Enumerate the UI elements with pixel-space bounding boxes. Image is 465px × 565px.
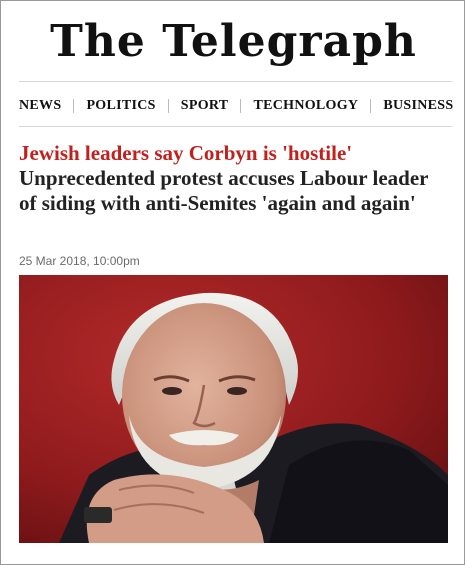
nav-item-news[interactable]: NEWS <box>19 98 61 114</box>
article-card: The Telegraph NEWS POLITICS SPORT TECHNO… <box>0 0 465 565</box>
headline-kicker: Jewish leaders say Corbyn is 'hostile' <box>19 141 353 165</box>
section-nav: NEWS POLITICS SPORT TECHNOLOGY BUSINESS <box>19 95 456 117</box>
nav-item-politics[interactable]: POLITICS <box>86 98 155 114</box>
divider <box>19 126 452 127</box>
nav-separator <box>370 99 372 113</box>
masthead: The Telegraph <box>1 7 464 77</box>
article-photo[interactable] <box>19 275 448 543</box>
headline-text: Unprecedented protest accuses Labour lea… <box>19 166 429 215</box>
nav-item-business[interactable]: BUSINESS <box>383 98 453 114</box>
nav-item-technology[interactable]: TECHNOLOGY <box>253 98 358 114</box>
article-headline[interactable]: Jewish leaders say Corbyn is 'hostile' U… <box>19 141 448 216</box>
portrait-image <box>19 275 448 543</box>
divider <box>19 81 452 82</box>
nav-separator <box>73 99 75 113</box>
publish-date: 25 Mar 2018, 10:00pm <box>19 254 140 268</box>
nav-separator <box>167 99 169 113</box>
nav-separator <box>240 99 242 113</box>
nav-item-sport[interactable]: SPORT <box>181 98 229 114</box>
telegraph-logo[interactable]: The Telegraph <box>50 16 417 67</box>
